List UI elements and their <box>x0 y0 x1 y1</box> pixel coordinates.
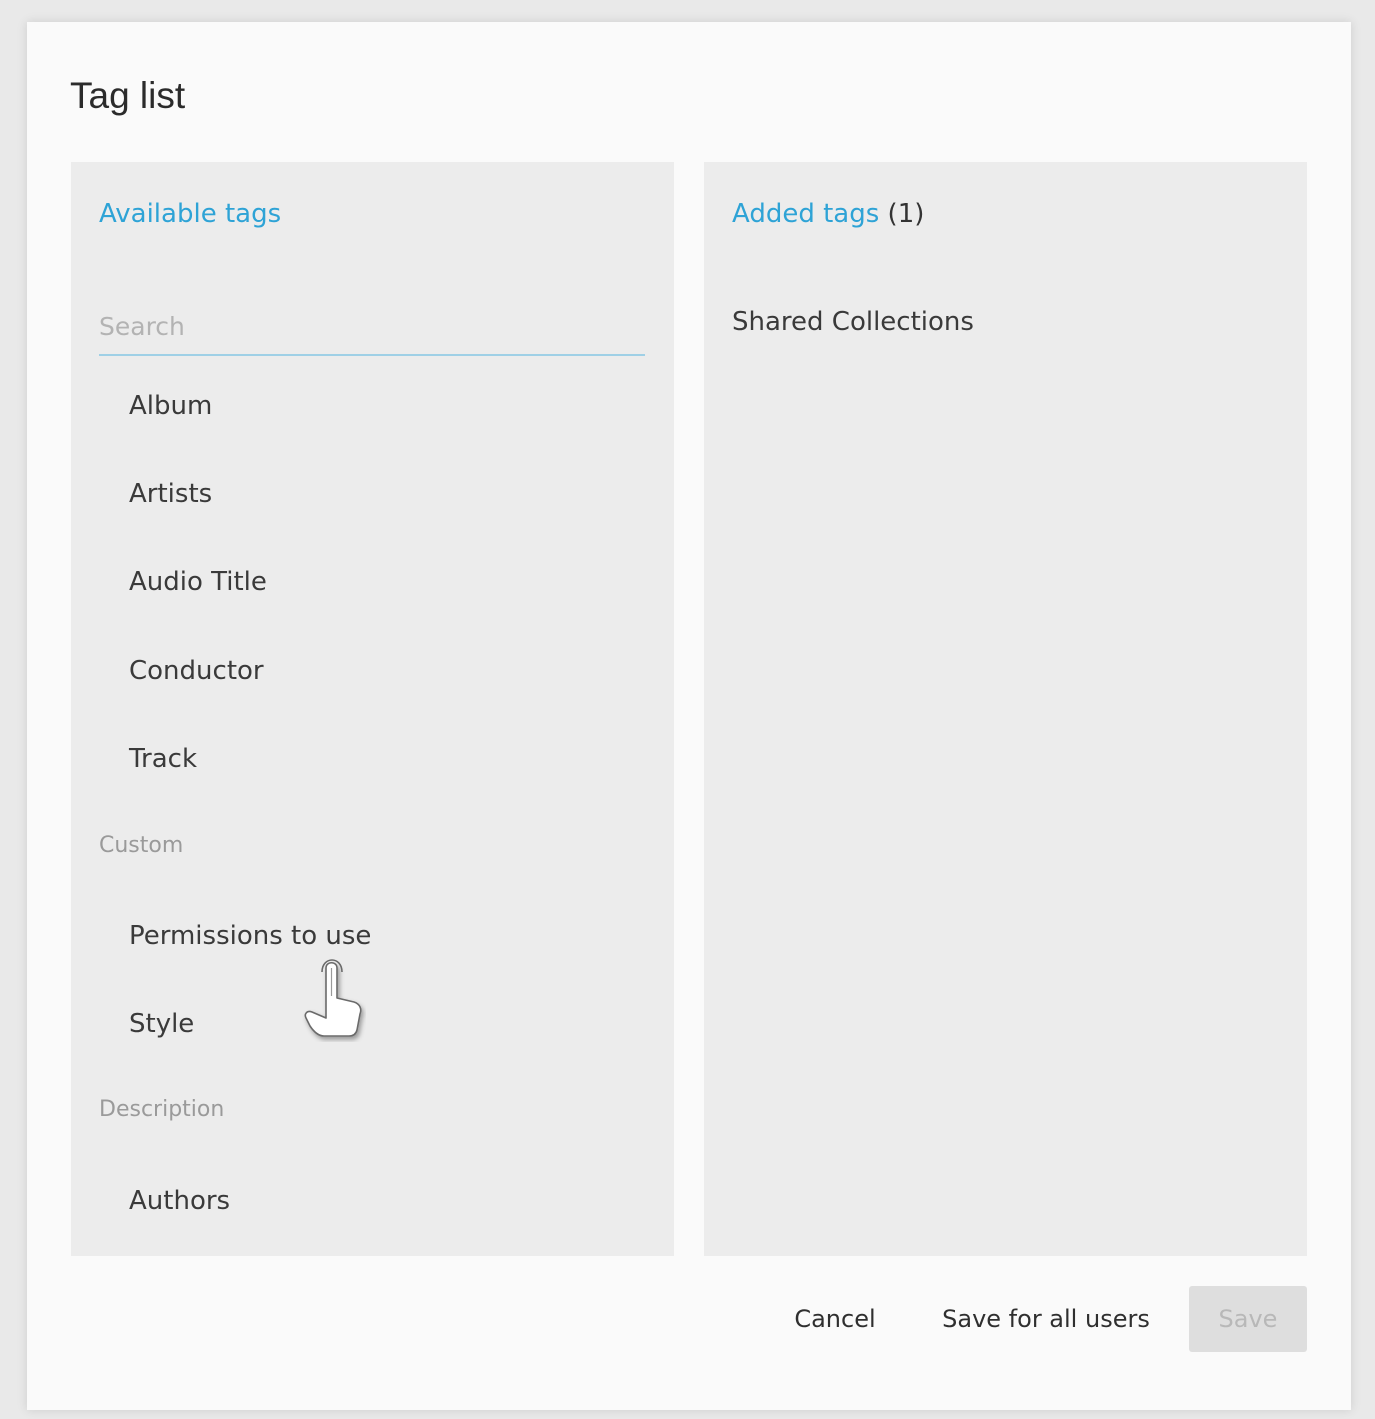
group-label-custom: Custom <box>99 833 184 858</box>
added-tag-shared-collections[interactable]: Shared Collections <box>732 304 974 340</box>
tag-item-conductor[interactable]: Conductor <box>129 653 264 689</box>
group-label-description: Description <box>99 1097 225 1122</box>
tag-item-permissions-to-use[interactable]: Permissions to use <box>129 918 371 954</box>
search-field[interactable] <box>99 302 645 356</box>
dialog-title: Tag list <box>70 75 186 116</box>
added-tags-panel: Added tags (1) Shared Collections <box>704 162 1307 1256</box>
save-button[interactable]: Save <box>1189 1286 1307 1352</box>
tag-item-artists[interactable]: Artists <box>129 476 212 512</box>
tag-item-audio-title[interactable]: Audio Title <box>129 564 267 600</box>
tag-item-authors[interactable]: Authors <box>129 1183 230 1219</box>
hand-pointer-icon <box>304 959 362 1037</box>
tag-list-dialog: Tag list Available tags Album Artists Au… <box>27 22 1351 1410</box>
available-tags-heading: Available tags <box>99 199 282 229</box>
added-tags-heading: Added tags (1) <box>732 194 924 234</box>
cancel-button[interactable]: Cancel <box>789 1286 881 1352</box>
added-tags-heading-label: Added tags <box>732 199 880 229</box>
added-tags-count: (1) <box>887 199 925 229</box>
save-for-all-users-button[interactable]: Save for all users <box>939 1286 1153 1352</box>
tag-item-album[interactable]: Album <box>129 388 212 424</box>
search-input[interactable] <box>99 302 645 350</box>
available-tags-panel: Available tags Album Artists Audio Title… <box>71 162 674 1256</box>
tag-item-track[interactable]: Track <box>129 741 197 777</box>
tag-item-style[interactable]: Style <box>129 1006 194 1042</box>
